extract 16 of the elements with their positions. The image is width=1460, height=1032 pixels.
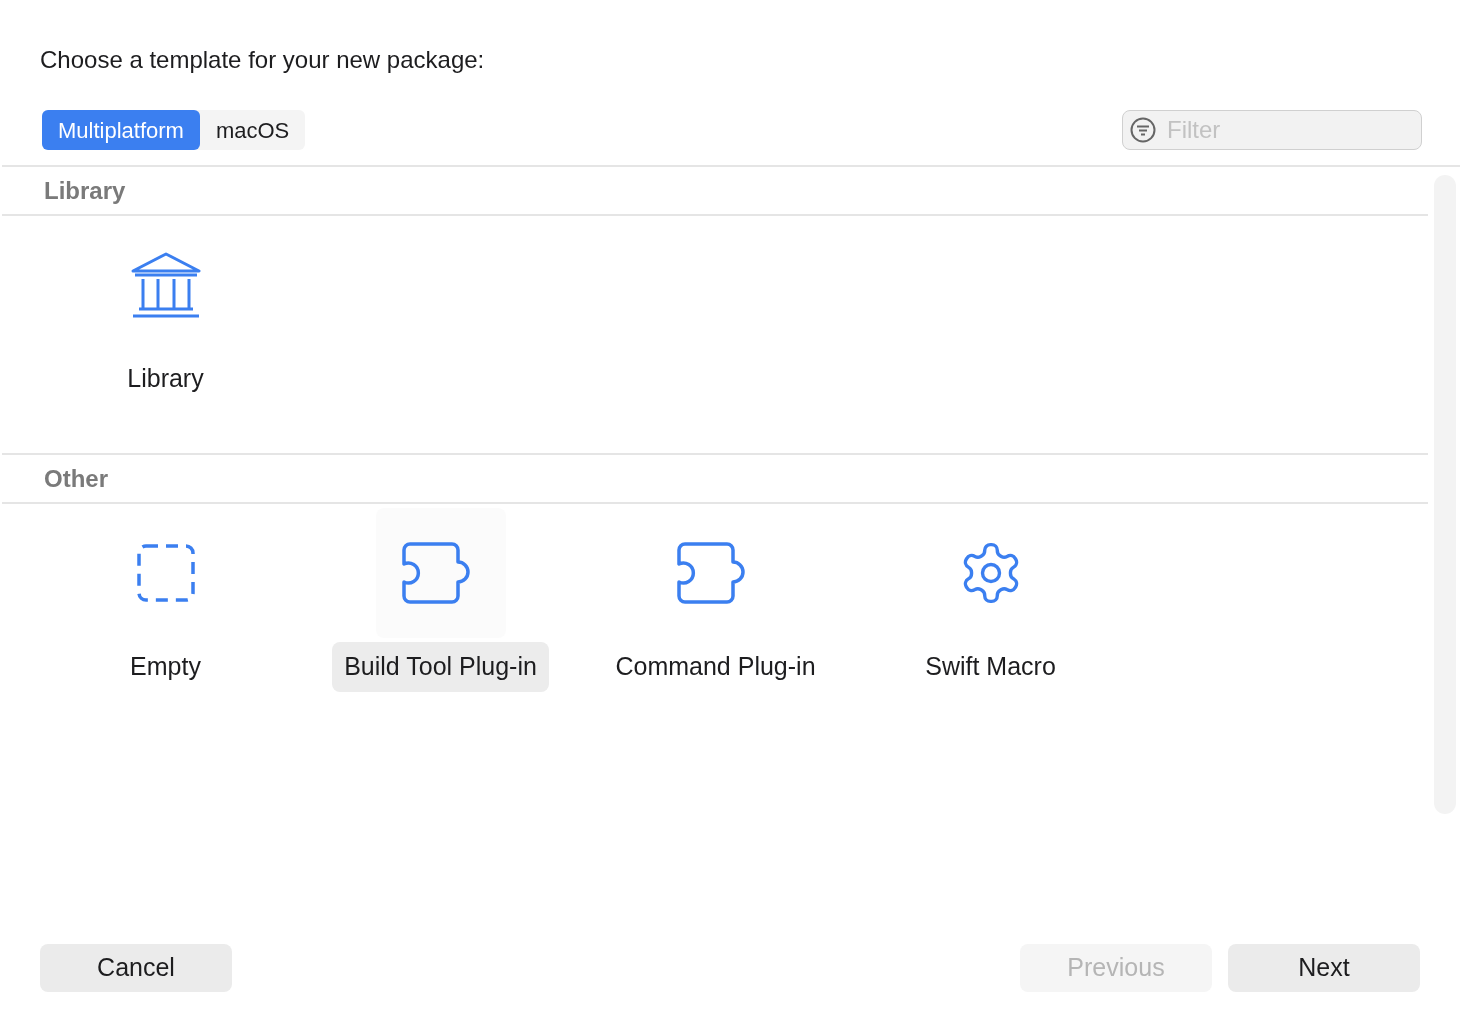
cancel-button[interactable]: Cancel bbox=[40, 944, 232, 992]
template-icon-tile[interactable] bbox=[375, 508, 506, 638]
section-header: Other bbox=[2, 455, 1428, 504]
columns-building-icon bbox=[130, 251, 201, 319]
section-header: Library bbox=[2, 167, 1428, 216]
dialog-heading: Choose a template for your new package: bbox=[40, 45, 486, 75]
template-label[interactable]: Swift Macro bbox=[913, 642, 1068, 692]
platform-tab[interactable]: Multiplatform bbox=[42, 110, 200, 150]
platform-tab[interactable]: macOS bbox=[199, 110, 306, 150]
template-label[interactable]: Command Plug-in bbox=[603, 642, 828, 692]
nav-button[interactable]: Next bbox=[1228, 944, 1420, 992]
filter-icon bbox=[1130, 117, 1156, 143]
template-label[interactable]: Build Tool Plug-in bbox=[332, 642, 549, 692]
dashed-square-icon bbox=[135, 543, 196, 603]
template-label[interactable]: Library bbox=[115, 354, 216, 404]
template-label[interactable]: Empty bbox=[118, 642, 213, 692]
